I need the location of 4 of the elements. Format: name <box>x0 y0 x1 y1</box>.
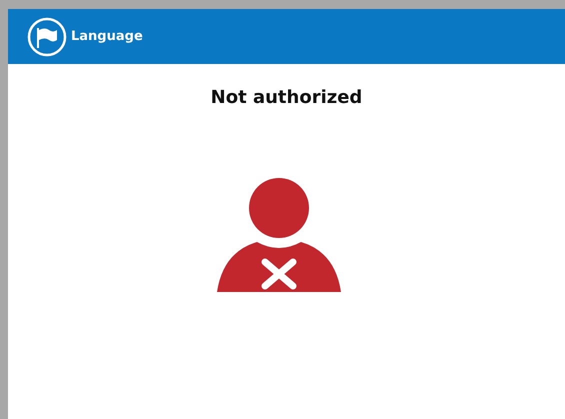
header-title: Language <box>71 29 143 44</box>
flag-icon <box>26 16 68 56</box>
error-message: Not authorized <box>210 87 362 108</box>
user-denied-icon <box>216 178 340 294</box>
